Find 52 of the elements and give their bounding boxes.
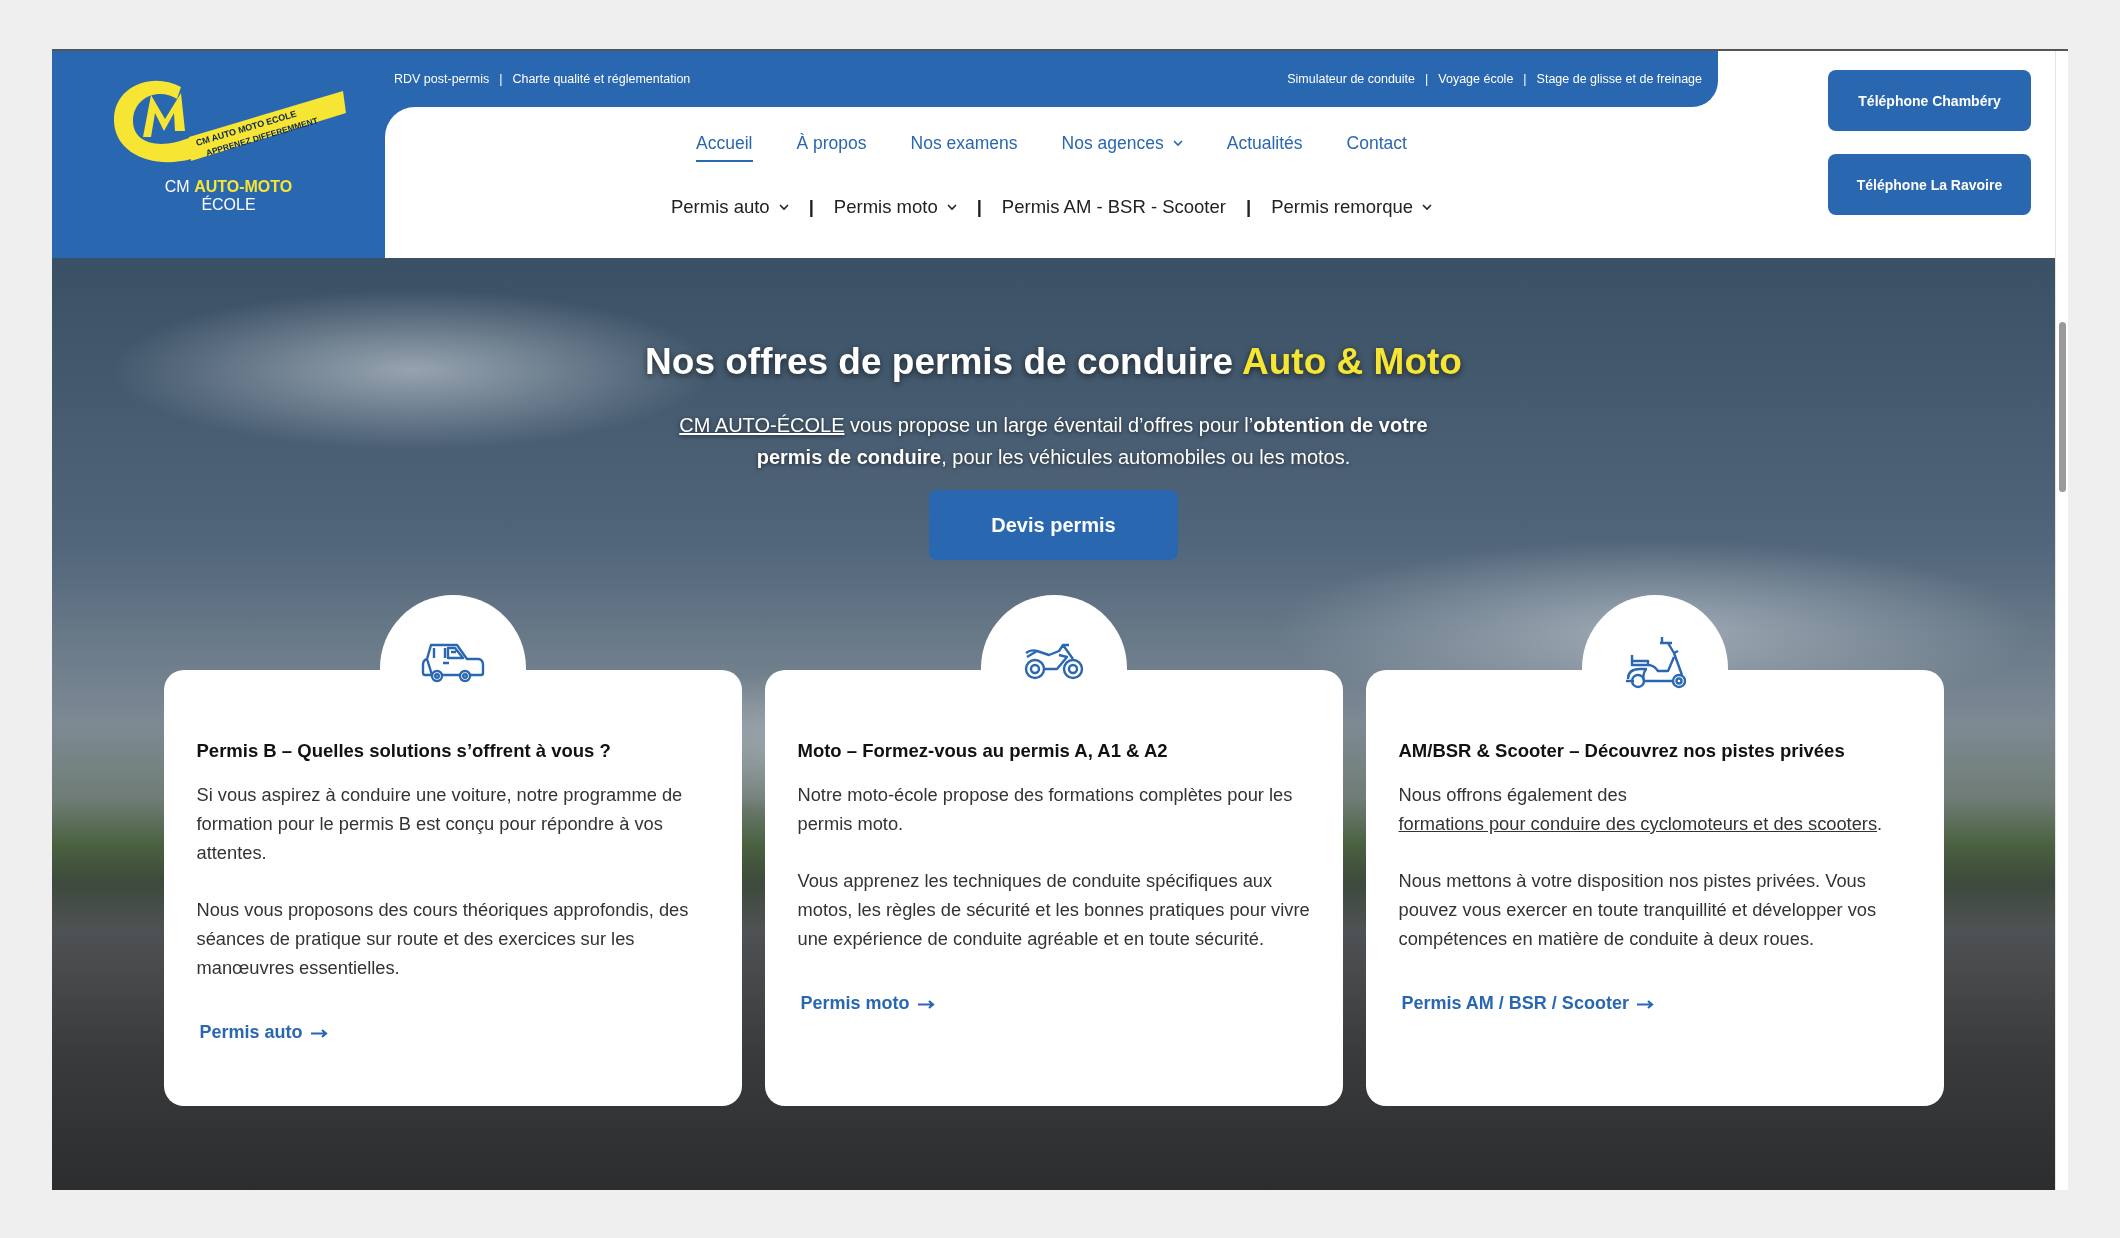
nav-link[interactable]: Actualités [1226,133,1303,162]
car-icon [420,641,485,685]
separator: | [1245,196,1252,218]
top-link[interactable]: Simulateur de conduite [1287,72,1416,86]
card-text: Notre moto-école propose des formations complètes pour les permis moto. [797,783,1294,836]
scrollbar-thumb[interactable] [2059,322,2066,492]
card-link[interactable]: Permis moto [800,993,936,1014]
logo-subname: ÉCOLE [201,196,256,214]
caret-icon [1422,203,1433,211]
hero-title: Nos offres de permis de conduire Auto & Moto [645,340,1462,384]
nav-link[interactable]: Permis moto [833,196,957,218]
nav-link[interactable]: Contact [1346,133,1407,162]
nav-link[interactable]: Permis auto [670,196,789,218]
top-link[interactable]: Stage de glisse et de freinage [1536,72,1702,86]
separator: | [976,196,982,218]
logo-name: CM AUTO-MOTO [164,177,293,195]
card-title: AM/BSR & Scooter – Découvrez nos pistes privées [1398,739,1846,763]
top-link[interactable]: Voyage école [1438,72,1514,86]
separator: | [499,72,503,86]
top-link[interactable]: RDV post-permis [394,72,490,86]
nav-link[interactable]: Accueil [696,133,753,162]
phone-button[interactable]: Téléphone La Ravoire [1828,154,2031,215]
arrow-icon [917,998,936,1009]
nav-link[interactable]: Permis remorque [1271,196,1433,218]
separator: | [1425,72,1429,86]
card-title: Moto – Formez-vous au permis A, A1 & A2 [797,739,1169,763]
hero-intro: CM AUTO-ÉCOLE vous propose un large éventail d’offres pour l’obtention de votre permis de conduire, pour les véhicules automobiles ou les motos. [678,413,1429,470]
motorcycle-icon [1022,641,1085,681]
card-text: Nous offrons également des formations pour conduire des cyclomoteurs et des scooters. [1398,783,1884,836]
card-link[interactable]: Permis auto [199,1022,329,1043]
arrow-icon [1636,998,1655,1009]
top-link[interactable]: Charte qualité et réglementation [512,72,691,86]
card-title: Permis B – Quelles solutions s’offrent à vous ? [196,739,612,763]
card-text: Nous mettons à votre disposition nos pistes privées. Vous pouvez vous exercer en toute tranquillité et développer vos compétences en matière de conduite à deux roues. [1398,869,1878,951]
nav-link[interactable]: Permis AM - BSR - Scooter [1001,196,1226,218]
caret-icon [1172,140,1183,147]
nav-link[interactable]: Nos agences [1061,133,1183,162]
nav-link[interactable]: À propos [796,133,867,162]
company-link[interactable]: CM AUTO-ÉCOLE [679,414,845,436]
nav-link[interactable]: Nos examens [910,133,1018,162]
card-link[interactable]: Permis AM / BSR / Scooter [1401,993,1655,1014]
separator: | [1523,72,1527,86]
caret-icon [778,203,789,211]
card-text: Si vous aspirez à conduire une voiture, notre programme de formation pour le permis B est conçu pour répondre à vos attentes. [196,783,684,865]
card-text: Nous vous proposons des cours théoriques approfondis, des séances de pratique sur route et des exercices sur les manœuvres essentielles. [196,898,690,980]
separator: | [808,196,814,218]
phone-button[interactable]: Téléphone Chambéry [1828,70,2031,131]
card-text: Vous apprenez les techniques de conduite spécifiques aux motos, les règles de sécurité et les bonnes pratiques pour vivre une expérience de conduite agréable et en toute sécurité. [797,869,1311,951]
quote-button[interactable]: Devis permis [929,490,1178,560]
text-link[interactable]: formations pour conduire des cyclomoteurs et des scooters [1398,813,1878,834]
arrow-icon [310,1027,329,1038]
caret-icon [946,203,957,211]
